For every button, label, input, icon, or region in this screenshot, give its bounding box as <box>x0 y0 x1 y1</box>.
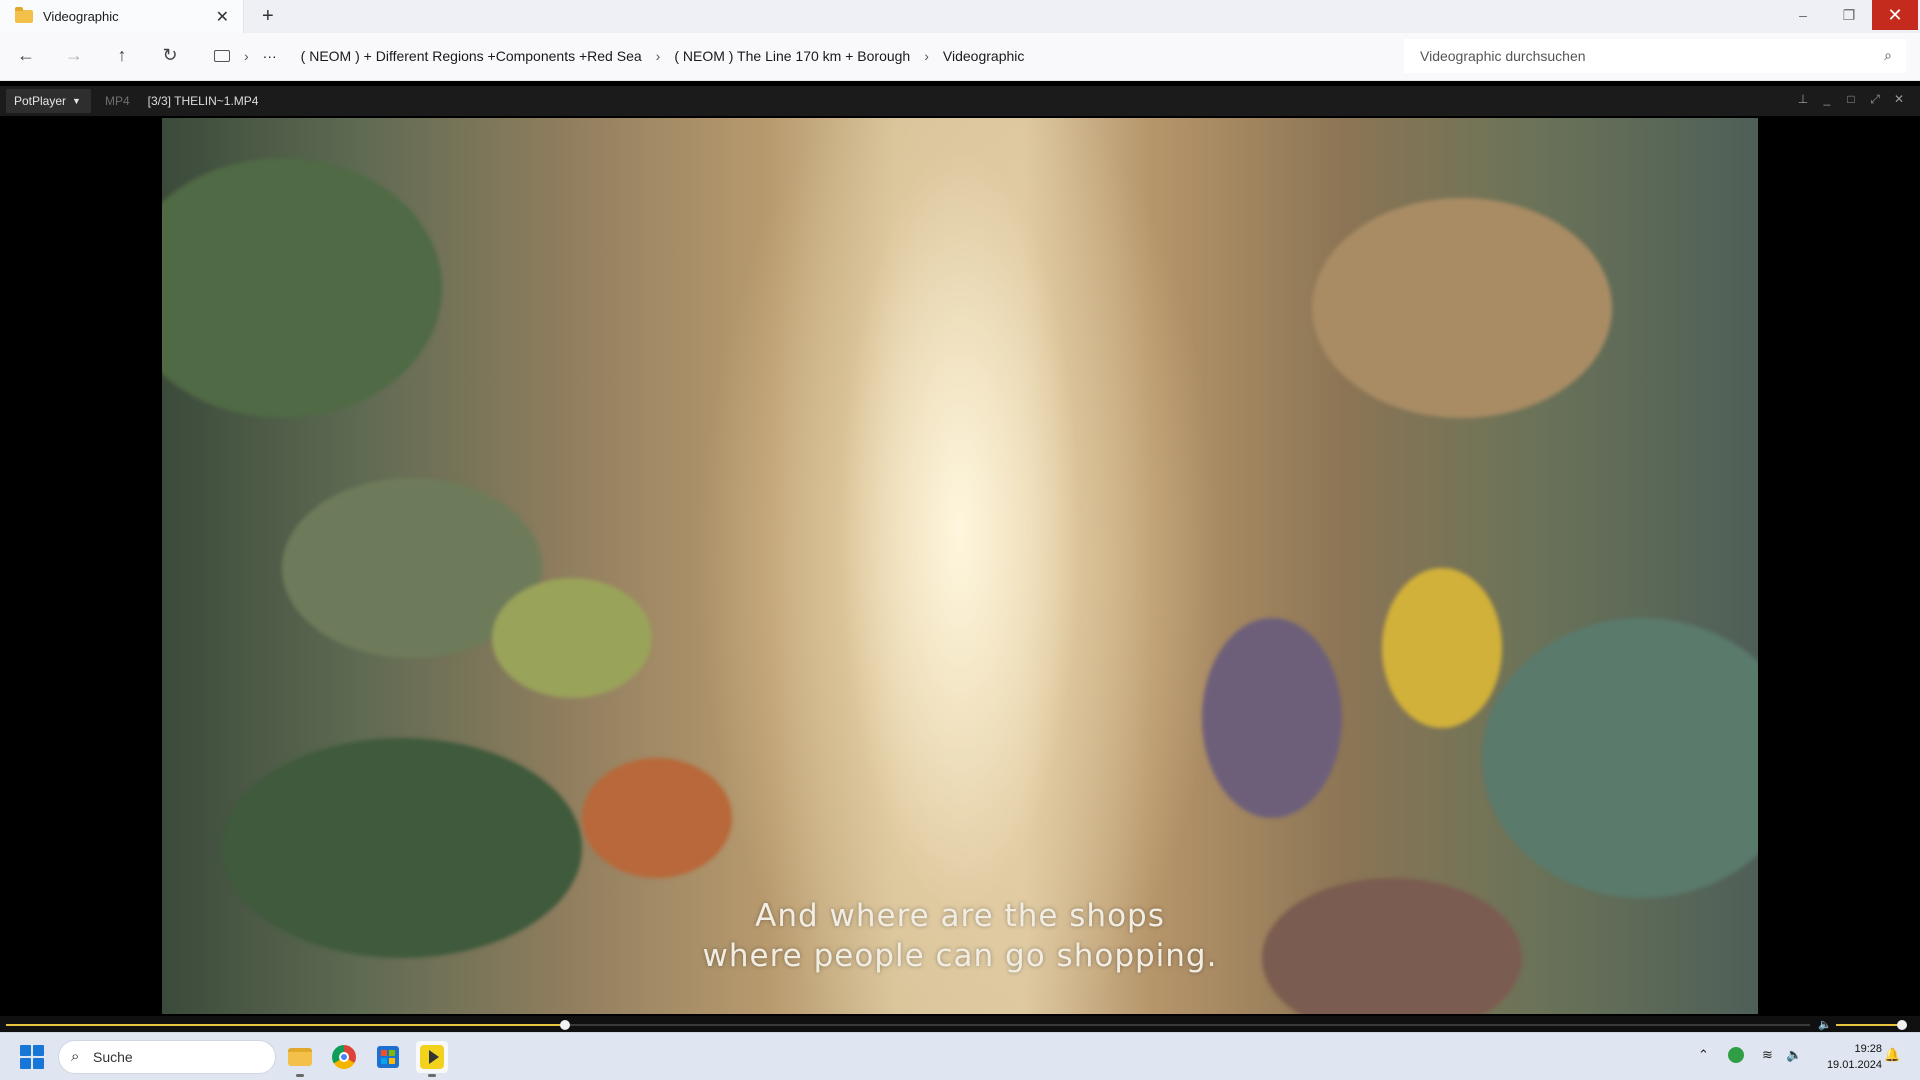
minimize-button[interactable]: – <box>1780 0 1826 30</box>
tab-close-icon[interactable]: ✕ <box>216 7 229 27</box>
taskbar-search-input[interactable]: ⌕ Suche <box>58 1040 276 1074</box>
file-explorer-icon[interactable] <box>284 1041 316 1077</box>
video-frame[interactable]: And where are the shops where people can… <box>162 118 1758 1014</box>
refresh-button[interactable]: ↻ <box>158 45 182 66</box>
close-button[interactable]: ✕ <box>1872 0 1918 30</box>
chevron-right-icon[interactable]: › <box>656 48 661 64</box>
volume-handle[interactable] <box>1897 1020 1907 1030</box>
tab-videographic[interactable]: Videographic ✕ <box>0 0 244 33</box>
volume-slider[interactable] <box>1836 1020 1907 1030</box>
clock[interactable]: 19:28 19.01.2024 <box>1812 1041 1882 1073</box>
up-button[interactable]: ↑ <box>110 45 134 66</box>
notification-bell-icon[interactable]: 🔔 <box>1884 1047 1900 1063</box>
microsoft-store-icon[interactable] <box>372 1041 404 1073</box>
player-maximize-icon[interactable]: □ <box>1842 92 1860 110</box>
breadcrumb-item[interactable]: ( NEOM ) The Line 170 km + Borough <box>674 48 910 64</box>
fullscreen-icon[interactable]: ⤢ <box>1866 92 1884 110</box>
flowers-decoration <box>1382 568 1502 728</box>
player-close-icon[interactable]: ✕ <box>1890 92 1908 110</box>
planter-decoration <box>1312 198 1612 418</box>
security-icon[interactable] <box>1728 1047 1744 1063</box>
search-placeholder: Videographic durchsuchen <box>1420 48 1586 64</box>
folder-icon <box>15 7 33 23</box>
chevron-right-icon[interactable]: › <box>244 48 249 64</box>
seek-progress <box>6 1024 566 1026</box>
foliage-decoration <box>1482 618 1758 898</box>
foliage-decoration <box>162 158 442 418</box>
flowers-decoration <box>1202 618 1342 818</box>
windows-start-icon[interactable] <box>20 1045 44 1069</box>
player-controls: 🔈 <box>0 1016 1920 1032</box>
restore-button[interactable]: ❐ <box>1826 0 1872 30</box>
seek-handle[interactable] <box>560 1020 571 1030</box>
chrome-icon[interactable] <box>328 1041 360 1073</box>
foliage-decoration <box>492 578 652 698</box>
new-tab-button[interactable]: + <box>262 5 274 28</box>
potplayer-menu-button[interactable]: PotPlayer ▼ <box>6 89 91 113</box>
chevron-down-icon: ▼ <box>72 96 81 106</box>
clock-date: 19.01.2024 <box>1826 1059 1882 1071</box>
wifi-icon[interactable]: ≋ <box>1762 1047 1773 1063</box>
taskbar: ⌕ Suche ⌃ ≋ 🔈 19:28 19.01.2024 🔔 <box>0 1032 1920 1080</box>
breadcrumb-more[interactable]: ··· <box>263 48 277 64</box>
tab-title: Videographic <box>43 9 119 24</box>
subtitle-line-1: And where are the shops <box>755 898 1165 934</box>
explorer-toolbar: ← → ↑ ↻ › ··· ( NEOM ) + Different Regio… <box>0 33 1920 81</box>
folder-search-input[interactable]: Videographic durchsuchen ⌕ <box>1404 39 1906 73</box>
pin-icon[interactable]: ⊥ <box>1794 92 1812 110</box>
search-icon: ⌕ <box>71 1048 80 1065</box>
potplayer-label: PotPlayer <box>14 94 67 108</box>
breadcrumb-item[interactable]: ( NEOM ) + Different Regions +Components… <box>301 48 642 64</box>
seek-bar[interactable] <box>6 1020 1810 1030</box>
volume-level <box>1836 1024 1902 1026</box>
breadcrumb-item-current[interactable]: Videographic <box>943 48 1024 64</box>
taskbar-search-placeholder: Suche <box>93 1049 133 1065</box>
back-button[interactable]: ← <box>14 45 38 66</box>
file-title: [3/3] THELIN~1.MP4 <box>147 94 259 108</box>
subtitle-line-2: where people can go shopping. <box>702 938 1218 974</box>
this-pc-icon[interactable] <box>214 50 230 62</box>
clock-time: 19:28 <box>1854 1043 1882 1055</box>
address-bar[interactable]: › ··· ( NEOM ) + Different Regions +Comp… <box>202 39 1402 73</box>
flowers-decoration <box>582 758 732 878</box>
explorer-titlebar: Videographic ✕ + – ❐ ✕ <box>0 0 1920 33</box>
format-label: MP4 <box>104 94 130 108</box>
player-titlebar: PotPlayer ▼ MP4 [3/3] THELIN~1.MP4 ⊥ _ □… <box>0 86 1920 116</box>
potplayer-icon[interactable] <box>416 1041 448 1077</box>
speaker-icon[interactable]: 🔈 <box>1786 1047 1802 1063</box>
search-icon: ⌕ <box>1884 47 1892 63</box>
volume-icon[interactable]: 🔈 <box>1818 1018 1832 1031</box>
chevron-up-icon[interactable]: ⌃ <box>1698 1047 1709 1063</box>
player-minimize-icon[interactable]: _ <box>1818 92 1836 110</box>
chevron-right-icon[interactable]: › <box>924 48 929 64</box>
forward-button[interactable]: → <box>62 45 86 66</box>
